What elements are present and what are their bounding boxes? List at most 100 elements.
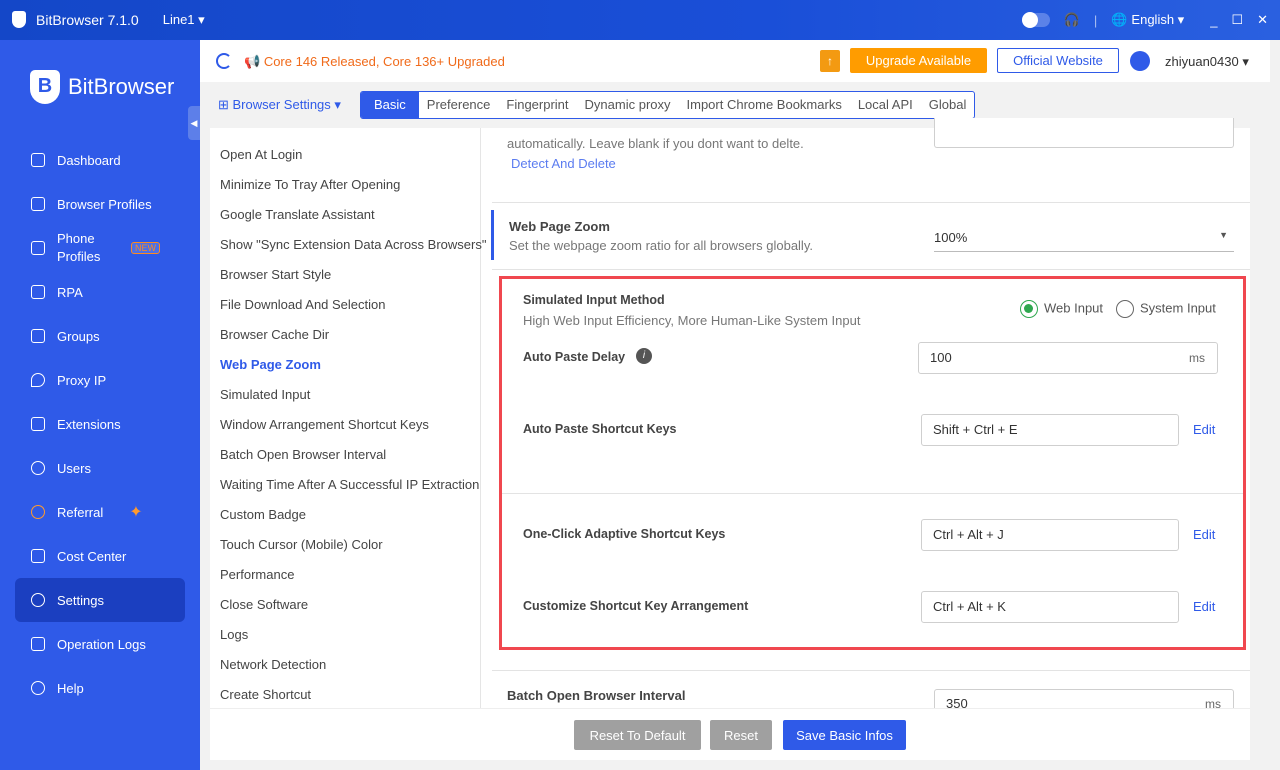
tab-preference[interactable]: Preference xyxy=(419,92,499,118)
announcement-text: Core 146 Released, Core 136+ Upgraded xyxy=(263,54,505,69)
official-website-button[interactable]: Official Website xyxy=(997,48,1119,73)
minimize-button[interactable]: _ xyxy=(1210,13,1217,28)
settings-anchor-item[interactable]: Show "Sync Extension Data Across Browser… xyxy=(220,237,486,252)
app-title: BitBrowser 7.1.0 xyxy=(36,12,139,28)
settings-anchor-item[interactable]: Window Arrangement Shortcut Keys xyxy=(220,417,429,432)
settings-anchor-item[interactable]: Browser Cache Dir xyxy=(220,327,329,342)
theme-toggle[interactable] xyxy=(1021,12,1050,28)
system-input-radio[interactable]: System Input xyxy=(1116,300,1216,318)
settings-anchor-item[interactable]: Create Shortcut xyxy=(220,687,311,702)
arrangement-shortcut-title: Customize Shortcut Key Arrangement xyxy=(523,599,749,613)
tab-dynamic-proxy[interactable]: Dynamic proxy xyxy=(577,92,679,118)
settings-anchor-item[interactable]: Minimize To Tray After Opening xyxy=(220,177,400,192)
edit-arrangement-shortcut-link[interactable]: Edit xyxy=(1193,599,1215,614)
layers-icon xyxy=(31,329,45,343)
settings-anchor-item[interactable]: Batch Open Browser Interval xyxy=(220,447,386,462)
avatar[interactable] xyxy=(1130,51,1150,71)
web-input-label: Web Input xyxy=(1044,300,1104,316)
tab-global[interactable]: Global xyxy=(921,92,975,118)
settings-anchor-item[interactable]: Custom Badge xyxy=(220,507,306,522)
save-basic-infos-button[interactable]: Save Basic Infos xyxy=(783,720,906,750)
refresh-icon[interactable] xyxy=(216,53,232,69)
adaptive-shortcut-input[interactable]: Ctrl + Alt + J xyxy=(921,519,1179,551)
reset-to-default-button[interactable]: Reset To Default xyxy=(574,720,701,750)
settings-anchor-item[interactable]: Performance xyxy=(220,567,294,582)
settings-anchor-item[interactable]: File Download And Selection xyxy=(220,297,386,312)
info-icon[interactable]: i xyxy=(636,348,652,364)
tab-fingerprint[interactable]: Fingerprint xyxy=(498,92,576,118)
sidebar-item-label: Groups xyxy=(57,328,100,344)
announcement[interactable]: 📢 Core 146 Released, Core 136+ Upgraded xyxy=(244,54,505,70)
settings-anchor-item[interactable]: Logs xyxy=(220,627,248,642)
batch-open-interval-title: Batch Open Browser Interval xyxy=(507,688,686,703)
web-page-zoom-select[interactable]: 100% ▼ xyxy=(934,224,1234,252)
sidebar-item-groups[interactable]: Groups xyxy=(15,314,185,358)
home-icon xyxy=(31,153,45,167)
line-selector[interactable]: Line1 ▾ xyxy=(163,12,205,28)
arrangement-shortcut-input[interactable]: Ctrl + Alt + K xyxy=(921,591,1179,623)
edit-adaptive-shortcut-link[interactable]: Edit xyxy=(1193,527,1215,542)
reset-button[interactable]: Reset xyxy=(710,720,772,750)
web-page-zoom-title: Web Page Zoom xyxy=(509,219,610,234)
users-icon xyxy=(31,461,45,475)
tab-basic[interactable]: Basic xyxy=(361,92,419,118)
settings-anchor-item[interactable]: Simulated Input xyxy=(220,387,310,402)
help-icon xyxy=(31,681,45,695)
support-icon[interactable]: 🎧 xyxy=(1064,12,1080,28)
web-page-zoom-desc: Set the webpage zoom ratio for all brows… xyxy=(509,238,813,253)
browser-settings-menu[interactable]: ⊞ Browser Settings ▾ xyxy=(218,97,341,113)
globe-icon: 🌐 xyxy=(1111,12,1128,27)
sidebar-item-extensions[interactable]: Extensions xyxy=(15,402,185,446)
sidebar-item-label: Referral xyxy=(57,504,104,520)
zoom-value: 100% xyxy=(934,230,968,245)
auto-paste-shortcut-input[interactable]: Shift + Ctrl + E xyxy=(921,414,1179,446)
sidebar: B BitBrowser Dashboard Browser Profiles P… xyxy=(0,40,200,770)
sidebar-item-referral[interactable]: Referral ✦ xyxy=(15,490,185,534)
grid-icon xyxy=(31,197,45,211)
divider: | xyxy=(1093,12,1098,28)
settings-anchor-list: Open At Login Minimize To Tray After Open… xyxy=(210,128,486,708)
close-button[interactable]: ✕ xyxy=(1257,12,1268,28)
edit-auto-paste-shortcut-link[interactable]: Edit xyxy=(1193,422,1215,437)
sidebar-item-label: Users xyxy=(57,460,91,476)
referral-icon xyxy=(31,505,45,519)
collapse-sidebar-button[interactable]: ◀ xyxy=(188,106,200,140)
sidebar-item-users[interactable]: Users xyxy=(15,446,185,490)
settings-anchor-item[interactable]: Touch Cursor (Mobile) Color xyxy=(220,537,383,552)
sidebar-item-settings[interactable]: Settings xyxy=(15,578,185,622)
auto-paste-delay-input[interactable]: 100 ms xyxy=(918,342,1218,374)
upgrade-icon[interactable]: ↑ xyxy=(820,50,840,72)
sidebar-item-cost-center[interactable]: Cost Center xyxy=(15,534,185,578)
language-selector[interactable]: English ▾ xyxy=(1131,12,1184,28)
tab-import-chrome-bookmarks[interactable]: Import Chrome Bookmarks xyxy=(679,92,850,118)
user-menu[interactable]: zhiyuan0430 ▾ xyxy=(1165,54,1249,70)
divider xyxy=(492,670,1250,671)
sidebar-item-phone-profiles[interactable]: Phone Profiles NEW xyxy=(15,226,185,270)
bitbrowser-logo-icon: B xyxy=(30,70,60,104)
radio-unchecked-icon xyxy=(1116,300,1134,318)
settings-anchor-item[interactable]: Waiting Time After A Successful IP Extra… xyxy=(220,477,479,492)
previous-setting-input[interactable] xyxy=(934,118,1234,148)
web-input-radio[interactable]: Web Input xyxy=(1020,300,1103,318)
divider xyxy=(492,202,1250,203)
settings-anchor-item[interactable]: Open At Login xyxy=(220,147,302,162)
sidebar-item-dashboard[interactable]: Dashboard xyxy=(15,138,185,182)
log-icon xyxy=(31,637,45,651)
tab-local-api[interactable]: Local API xyxy=(850,92,921,118)
sidebar-item-label: Proxy IP xyxy=(57,372,107,388)
sidebar-item-browser-profiles[interactable]: Browser Profiles xyxy=(15,182,185,226)
sidebar-item-help[interactable]: Help xyxy=(15,666,185,710)
maximize-button[interactable]: ☐ xyxy=(1231,12,1243,28)
settings-anchor-item[interactable]: Browser Start Style xyxy=(220,267,331,282)
browser-settings-label: Browser Settings ▾ xyxy=(232,97,341,112)
settings-anchor-item[interactable]: Web Page Zoom xyxy=(220,357,321,372)
sidebar-item-proxy-ip[interactable]: Proxy IP xyxy=(15,358,185,402)
sidebar-item-rpa[interactable]: RPA xyxy=(15,270,185,314)
settings-anchor-item[interactable]: Network Detection xyxy=(220,657,326,672)
upgrade-button[interactable]: Upgrade Available xyxy=(850,48,987,73)
sidebar-item-label: Extensions xyxy=(57,416,121,432)
settings-anchor-item[interactable]: Google Translate Assistant xyxy=(220,207,375,222)
sidebar-item-operation-logs[interactable]: Operation Logs xyxy=(15,622,185,666)
detect-and-delete-link[interactable]: Detect And Delete xyxy=(511,156,616,171)
settings-anchor-item[interactable]: Close Software xyxy=(220,597,308,612)
